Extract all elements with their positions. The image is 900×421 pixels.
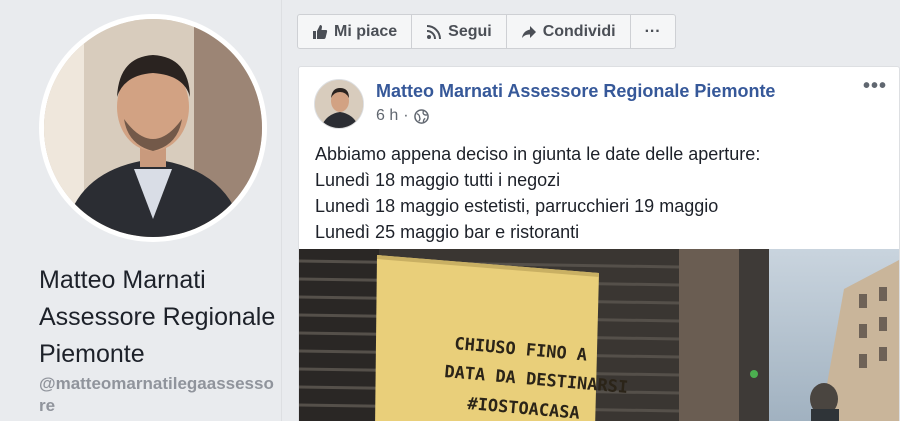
post-line: Lunedì 18 maggio tutti i negozi [315, 170, 561, 190]
post-card: Matteo Marnati Assessore Regionale Piemo… [298, 66, 900, 421]
thumbs-up-icon [313, 24, 328, 39]
post-line: Lunedì 25 maggio bar e ristoranti [315, 222, 580, 242]
page-handle[interactable]: @matteomarnatilegaassessore [39, 373, 279, 417]
more-options-button[interactable]: ··· [631, 15, 675, 48]
more-icon: ··· [644, 22, 661, 40]
page-action-bar: Mi piace Segui Condividi ··· [297, 14, 676, 49]
post-line: Lunedì 18 maggio estetisti, parrucchieri… [315, 196, 719, 216]
profile-picture[interactable] [39, 14, 267, 242]
post-meta: 6 h · [376, 107, 429, 125]
profile-photo-icon [44, 19, 262, 237]
share-label: Condividi [542, 22, 616, 40]
post-body: Abbiamo appena deciso in giunta le date … [315, 141, 895, 245]
post-avatar[interactable] [314, 79, 364, 129]
page-name[interactable]: Matteo Marnati Assessore Regionale Piemo… [39, 262, 279, 373]
post-timestamp[interactable]: 6 h [376, 107, 398, 125]
avatar-photo-icon [315, 80, 363, 128]
post-menu-button[interactable]: ••• [863, 75, 887, 98]
share-button[interactable]: Condividi [507, 15, 631, 48]
globe-icon[interactable] [413, 108, 429, 124]
post-photo[interactable]: CHIUSO FINO A DATA DA DESTINARSI #IOSTOA… [299, 249, 899, 421]
like-page-button[interactable]: Mi piace [298, 15, 413, 48]
like-label: Mi piace [334, 22, 398, 40]
post-author-link[interactable]: Matteo Marnati Assessore Regionale Piemo… [376, 81, 775, 102]
post-line: Abbiamo appena deciso in giunta le date … [315, 144, 761, 164]
closed-shop-photo-icon: CHIUSO FINO A DATA DA DESTINARSI #IOSTOA… [299, 249, 899, 421]
content-column: Mi piace Segui Condividi ··· Matteo Marn… [282, 0, 900, 421]
meta-separator: · [403, 107, 409, 124]
follow-label: Segui [448, 22, 492, 40]
rss-icon [427, 24, 442, 39]
follow-button[interactable]: Segui [412, 15, 507, 48]
share-arrow-icon [521, 25, 536, 38]
profile-column: Matteo Marnati Assessore Regionale Piemo… [0, 0, 282, 421]
